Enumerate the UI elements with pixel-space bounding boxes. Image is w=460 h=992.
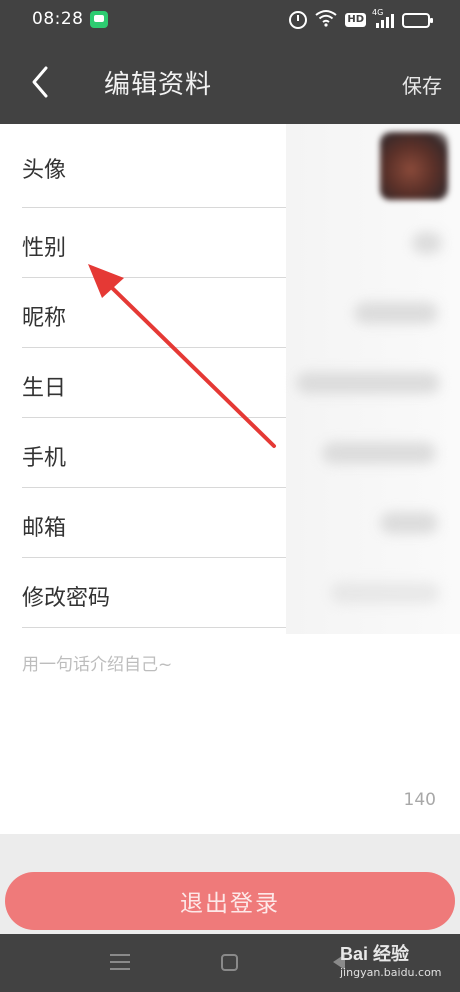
message-app-icon bbox=[90, 11, 108, 28]
row-label: 性别 bbox=[22, 236, 67, 261]
row-birthday[interactable]: 生日 bbox=[0, 348, 460, 418]
watermark-url: jingyan.baidu.com bbox=[340, 966, 442, 979]
divider bbox=[22, 627, 286, 628]
signal-icon: 4G bbox=[372, 8, 394, 28]
header-bar: 编辑资料 保存 bbox=[0, 40, 460, 124]
blurred-value bbox=[330, 582, 440, 604]
row-label: 昵称 bbox=[22, 306, 67, 331]
row-email[interactable]: 邮箱 bbox=[0, 488, 460, 558]
blurred-value bbox=[296, 372, 440, 394]
row-label: 修改密码 bbox=[22, 586, 111, 611]
profile-form: 头像 性别 昵称 生日 手机 邮箱 修改密码 用一句话介绍自己~ 140 bbox=[0, 124, 460, 834]
wifi-icon bbox=[315, 9, 337, 31]
hd-icon: HD bbox=[345, 13, 366, 27]
back-button[interactable] bbox=[24, 60, 64, 104]
blurred-value bbox=[322, 442, 436, 464]
page-title: 编辑资料 bbox=[104, 70, 213, 100]
alarm-icon bbox=[289, 11, 308, 29]
row-change-password[interactable]: 修改密码 bbox=[0, 558, 460, 628]
row-nickname[interactable]: 昵称 bbox=[0, 278, 460, 348]
status-bar: 08:28 HD 4G bbox=[0, 0, 460, 40]
menu-key-icon[interactable] bbox=[110, 954, 130, 970]
row-label: 手机 bbox=[22, 446, 67, 471]
avatar[interactable] bbox=[380, 132, 448, 200]
status-icons: HD 4G bbox=[289, 8, 433, 32]
blurred-value bbox=[380, 512, 438, 534]
chevron-left-icon bbox=[32, 66, 48, 98]
row-label: 生日 bbox=[22, 376, 67, 401]
battery-icon bbox=[402, 12, 433, 28]
row-label: 头像 bbox=[22, 158, 67, 183]
blurred-value bbox=[354, 302, 438, 324]
row-avatar[interactable]: 头像 bbox=[0, 124, 460, 208]
logout-button[interactable]: 退出登录 bbox=[5, 872, 455, 930]
save-button[interactable]: 保存 bbox=[402, 70, 442, 99]
status-time: 08:28 bbox=[32, 9, 84, 29]
row-gender[interactable]: 性别 bbox=[0, 208, 460, 278]
row-phone[interactable]: 手机 bbox=[0, 418, 460, 488]
home-key-icon[interactable] bbox=[221, 954, 238, 971]
char-count: 140 bbox=[403, 790, 436, 810]
row-label: 邮箱 bbox=[22, 516, 67, 541]
baidu-jingyan-watermark: Bai 经验 jingyan.baidu.com bbox=[340, 940, 442, 979]
intro-input[interactable]: 用一句话介绍自己~ bbox=[22, 650, 172, 675]
watermark-logo: Bai 经验 bbox=[340, 944, 410, 964]
blurred-value bbox=[412, 232, 442, 254]
